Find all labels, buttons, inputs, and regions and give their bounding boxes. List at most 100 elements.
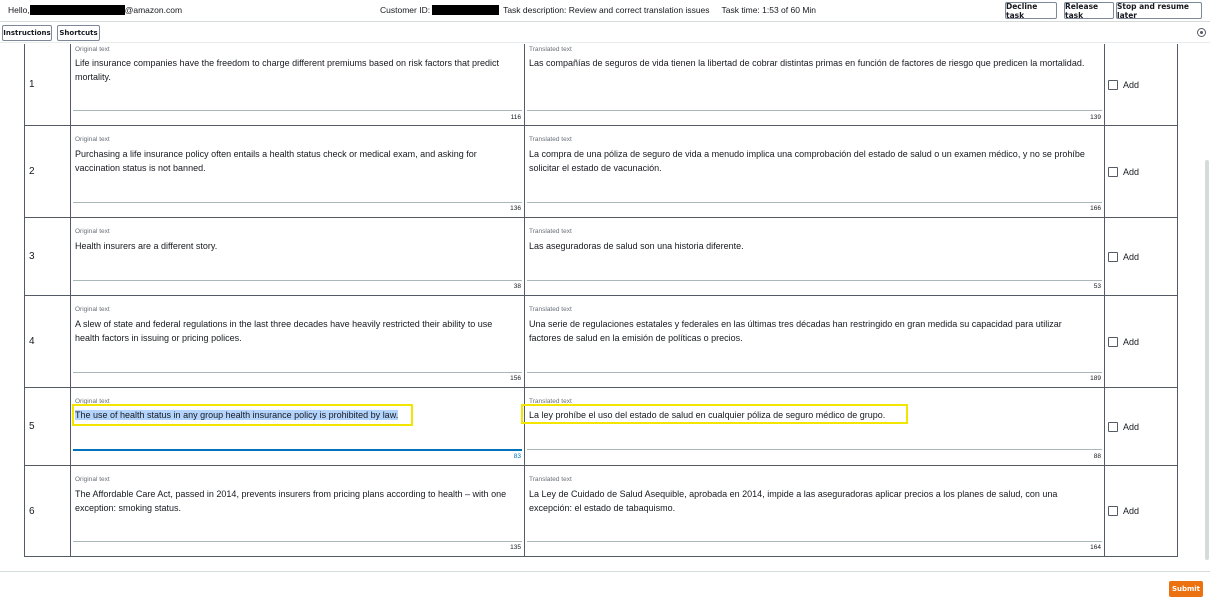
- original-cell[interactable]: Original text Purchasing a life insuranc…: [71, 126, 525, 217]
- translated-underline: [527, 202, 1102, 203]
- add-cell: Add: [1105, 466, 1179, 556]
- row-number: 1: [25, 44, 71, 125]
- task-description: Task description: Review and correct tra…: [503, 5, 710, 15]
- translated-text[interactable]: La Ley de Cuidado de Salud Asequible, ap…: [529, 487, 1096, 515]
- translated-underline: [527, 449, 1102, 450]
- release-task-button[interactable]: Release task: [1064, 2, 1114, 20]
- original-label: Original text: [75, 306, 110, 313]
- original-text[interactable]: Purchasing a life insurance policy often…: [75, 147, 516, 175]
- translated-cell[interactable]: Translated text La Ley de Cuidado de Sal…: [525, 466, 1105, 556]
- row-number: 4: [25, 296, 71, 387]
- original-underline: [73, 280, 522, 281]
- translated-text[interactable]: La compra de una póliza de seguro de vid…: [529, 147, 1096, 175]
- translated-label: Translated text: [529, 228, 572, 235]
- original-text[interactable]: A slew of state and federal regulations …: [75, 317, 516, 345]
- original-label: Original text: [75, 136, 110, 143]
- translated-label: Translated text: [529, 46, 572, 53]
- decline-task-button[interactable]: Decline task: [1005, 2, 1057, 20]
- translated-text[interactable]: La ley prohíbe el uso del estado de salu…: [529, 408, 1096, 422]
- translated-char-count: 139: [1090, 114, 1101, 121]
- secondary-toolbar: Instructions Shortcuts: [0, 23, 1210, 43]
- original-cell[interactable]: Original text Health insurers are a diff…: [71, 218, 525, 295]
- task-time: Task time: 1:53 of 60 Min: [721, 5, 817, 15]
- translated-underline: [527, 372, 1102, 373]
- email-suffix: @amazon.com: [124, 5, 183, 15]
- translated-text[interactable]: Las compañías de seguros de vida tienen …: [529, 56, 1096, 70]
- original-cell[interactable]: Original text Life insurance companies h…: [71, 44, 525, 125]
- translated-underline: [527, 280, 1102, 281]
- stop-resume-later-button[interactable]: Stop and resume later: [1116, 2, 1202, 20]
- table-row: 6 Original text The Affordable Care Act,…: [24, 466, 1178, 557]
- original-char-count: 135: [510, 544, 521, 551]
- original-label: Original text: [75, 476, 110, 483]
- row-number: 3: [25, 218, 71, 295]
- selected-text[interactable]: The use of health status in any group he…: [75, 410, 399, 420]
- original-label: Original text: [75, 46, 110, 53]
- translation-grid: 1 Original text Life insurance companies…: [0, 44, 1210, 566]
- add-label: Add: [1123, 421, 1140, 432]
- translated-cell[interactable]: Translated text Las compañías de seguros…: [525, 44, 1105, 125]
- original-cell[interactable]: Original text A slew of state and federa…: [71, 296, 525, 387]
- add-label: Add: [1123, 336, 1140, 347]
- translated-char-count: 189: [1090, 375, 1101, 382]
- add-checkbox[interactable]: [1108, 336, 1118, 347]
- add-label: Add: [1123, 166, 1140, 177]
- row-number: 5: [25, 388, 71, 465]
- table-row: 5 Original text The use of health status…: [24, 388, 1178, 466]
- translated-cell[interactable]: Translated text Las aseguradoras de salu…: [525, 218, 1105, 295]
- add-cell: Add: [1105, 296, 1179, 387]
- translated-char-count: 166: [1090, 205, 1101, 212]
- translated-char-count: 164: [1090, 544, 1101, 551]
- original-cell[interactable]: Original text The Affordable Care Act, p…: [71, 466, 525, 556]
- table-row: 2 Original text Purchasing a life insura…: [24, 126, 1178, 218]
- original-text[interactable]: The use of health status in any group he…: [75, 408, 516, 422]
- table-row: 3 Original text Health insurers are a di…: [24, 218, 1178, 296]
- add-checkbox[interactable]: [1108, 506, 1118, 516]
- original-underline: [73, 449, 522, 451]
- add-checkbox[interactable]: [1108, 79, 1118, 90]
- original-label: Original text: [75, 228, 110, 235]
- original-text[interactable]: Life insurance companies have the freedo…: [75, 56, 516, 84]
- add-label: Add: [1123, 251, 1140, 262]
- add-checkbox[interactable]: [1108, 421, 1118, 432]
- add-cell: Add: [1105, 218, 1179, 295]
- hello-prefix: Hello,: [8, 5, 30, 15]
- original-char-count: 136: [510, 205, 521, 212]
- original-text[interactable]: Health insurers are a different story.: [75, 239, 516, 253]
- translated-char-count: 88: [1093, 453, 1101, 460]
- add-checkbox[interactable]: [1108, 166, 1118, 177]
- translated-label: Translated text: [529, 398, 572, 405]
- bottom-bar: Submit: [0, 571, 1210, 607]
- shortcuts-button[interactable]: Shortcuts: [57, 25, 100, 41]
- task-info: Customer ID: Task description: Review an…: [380, 5, 816, 15]
- add-checkbox[interactable]: [1108, 251, 1118, 262]
- table-row: 4 Original text A slew of state and fede…: [24, 296, 1178, 388]
- submit-button[interactable]: Submit: [1169, 581, 1203, 597]
- translated-char-count: 53: [1093, 283, 1101, 290]
- translated-cell[interactable]: Translated text Una serie de regulacione…: [525, 296, 1105, 387]
- add-cell: Add: [1105, 126, 1179, 217]
- translated-text[interactable]: Las aseguradoras de salud son una histor…: [529, 239, 1096, 253]
- original-char-count: 116: [510, 114, 521, 121]
- add-label: Add: [1123, 506, 1140, 516]
- row-number: 6: [25, 466, 71, 556]
- original-text[interactable]: The Affordable Care Act, passed in 2014,…: [75, 487, 516, 515]
- original-char-count: 156: [510, 375, 521, 382]
- original-underline: [73, 372, 522, 373]
- translated-cell[interactable]: Translated text La ley prohíbe el uso de…: [525, 388, 1105, 465]
- row-number: 2: [25, 126, 71, 217]
- original-underline: [73, 202, 522, 203]
- top-bar: Hello, @amazon.com Customer ID: Task des…: [0, 0, 1210, 22]
- instructions-button[interactable]: Instructions: [2, 25, 52, 41]
- original-char-count: 38: [513, 283, 521, 290]
- translated-cell[interactable]: Translated text La compra de una póliza …: [525, 126, 1105, 217]
- add-cell: Add: [1105, 44, 1179, 125]
- greeting: Hello, @amazon.com: [8, 5, 182, 15]
- settings-icon[interactable]: [1197, 28, 1206, 37]
- original-char-count: 83: [513, 453, 521, 460]
- table-row: 1 Original text Life insurance companies…: [24, 44, 1178, 126]
- translated-text[interactable]: Una serie de regulaciones estatales y fe…: [529, 317, 1096, 345]
- original-label: Original text: [75, 398, 110, 405]
- vertical-scrollbar[interactable]: [1205, 160, 1209, 560]
- original-cell[interactable]: Original text The use of health status i…: [71, 388, 525, 465]
